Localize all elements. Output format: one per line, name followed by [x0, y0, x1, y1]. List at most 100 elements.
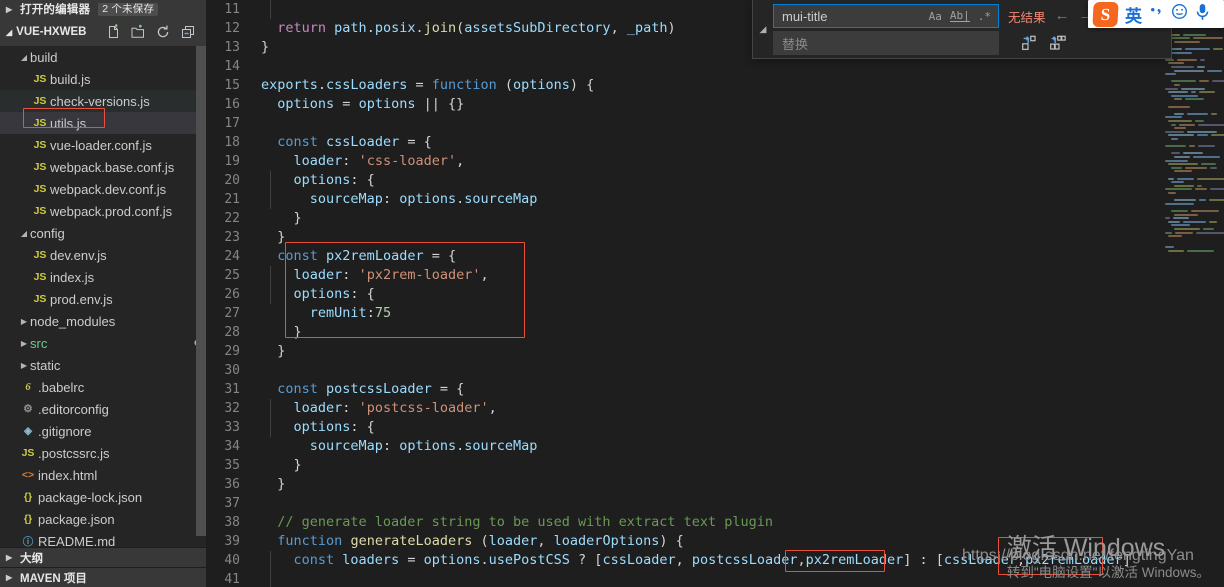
- tree-item-index-html[interactable]: <> index.html: [0, 464, 206, 486]
- code-line[interactable]: const cssLoader = {: [252, 133, 1224, 152]
- code-line[interactable]: }: [252, 228, 1224, 247]
- line-number: 35: [224, 458, 240, 473]
- line-number: 20: [224, 173, 240, 188]
- sidebar-scrollbar-thumb[interactable]: [196, 46, 206, 536]
- emoji-icon[interactable]: [1171, 3, 1188, 25]
- chevron-right-icon[interactable]: ▶: [18, 339, 30, 348]
- tree-item--editorconfig[interactable]: ⚙ .editorconfig: [0, 398, 206, 420]
- panel-outline[interactable]: ▶ 大纲: [0, 547, 206, 567]
- code-line[interactable]: options: {: [252, 418, 1224, 437]
- minimap-line: [1174, 84, 1180, 86]
- editor-minimap[interactable]: [1162, 0, 1224, 587]
- code-line[interactable]: [252, 361, 1224, 380]
- replace-icon[interactable]: [1021, 35, 1038, 52]
- code-line[interactable]: }: [252, 475, 1224, 494]
- find-input[interactable]: mui-title Aa Ab| .*: [773, 4, 999, 28]
- tree-item-package-json[interactable]: {} package.json: [0, 508, 206, 530]
- code-line[interactable]: const px2remLoader = {: [252, 247, 1224, 266]
- match-case-icon[interactable]: Aa: [929, 11, 942, 22]
- code-line[interactable]: }: [252, 209, 1224, 228]
- tree-item-vue-loader-conf-js[interactable]: JS vue-loader.conf.js: [0, 134, 206, 156]
- code-editor[interactable]: 11 12 13 14 15 16 17 18 19 20 21 22 23 24 25 26 27 28 29 30…: [206, 0, 1224, 587]
- sogou-logo-icon[interactable]: S: [1092, 1, 1119, 27]
- new-file-icon[interactable]: [105, 24, 121, 40]
- chevron-right-icon[interactable]: ▶: [18, 317, 30, 326]
- ime-mode-label[interactable]: 英: [1125, 2, 1142, 27]
- tree-item-webpack-base-conf-js[interactable]: JS webpack.base.conf.js: [0, 156, 206, 178]
- tree-item-node-modules[interactable]: ▶ node_modules: [0, 310, 206, 332]
- project-header[interactable]: ◢ VUE-HXWEB: [0, 18, 206, 46]
- microphone-icon[interactable]: [1195, 3, 1210, 26]
- chevron-right-icon[interactable]: ▶: [18, 361, 30, 370]
- tree-item-static[interactable]: ▶ static: [0, 354, 206, 376]
- code-token: }: [261, 39, 270, 55]
- code-line[interactable]: loader: 'postcss-loader',: [252, 399, 1224, 418]
- tree-item-check-versions-js[interactable]: JS check-versions.js: [0, 90, 206, 112]
- code-line[interactable]: [252, 57, 1224, 76]
- open-editors-header[interactable]: ▶ 打开的编辑器 2 个未保存: [0, 0, 206, 18]
- tree-item-build[interactable]: ◢ build: [0, 46, 206, 68]
- minimap-line: [1171, 51, 1192, 54]
- tree-item-webpack-prod-conf-js[interactable]: JS webpack.prod.conf.js: [0, 200, 206, 222]
- replace-all-icon[interactable]: [1049, 35, 1066, 52]
- tree-item--babelrc[interactable]: 6 .babelrc: [0, 376, 206, 398]
- code-token: loader: [488, 533, 538, 549]
- tree-item-utils-js[interactable]: JS utils.js: [0, 112, 206, 134]
- chevron-down-icon[interactable]: ◢: [18, 53, 30, 62]
- code-line[interactable]: }: [252, 456, 1224, 475]
- panel-maven-projects[interactable]: ▶ MAVEN 项目: [0, 567, 206, 587]
- toggle-replace-icon[interactable]: ◢: [753, 0, 773, 59]
- tree-item-webpack-dev-conf-js[interactable]: JS webpack.dev.conf.js: [0, 178, 206, 200]
- tree-item-readme-md[interactable]: ⓘ README.md: [0, 530, 206, 549]
- code-line[interactable]: [252, 494, 1224, 513]
- tree-item-label: .gitignore: [38, 423, 92, 439]
- code-line[interactable]: options: {: [252, 171, 1224, 190]
- tree-item--gitignore[interactable]: ◈ .gitignore: [0, 420, 206, 442]
- regex-icon[interactable]: .*: [978, 11, 991, 22]
- code-line[interactable]: [252, 114, 1224, 133]
- code-line[interactable]: remUnit:75: [252, 304, 1224, 323]
- code-line[interactable]: sourceMap: options.sourceMap: [252, 437, 1224, 456]
- whole-word-icon[interactable]: Ab|: [949, 10, 970, 22]
- code-line[interactable]: [252, 570, 1224, 587]
- tree-item-src[interactable]: ▶src●: [0, 332, 206, 354]
- refresh-icon[interactable]: [155, 24, 171, 40]
- minimap-line: [1185, 98, 1204, 101]
- code-line[interactable]: const loaders = options.usePostCSS ? [cs…: [252, 551, 1224, 570]
- code-line[interactable]: // generate loader string to be used wit…: [252, 513, 1224, 532]
- code-content[interactable]: return path.posix.join(assetsSubDirector…: [252, 0, 1224, 587]
- code-line[interactable]: function generateLoaders (loader, loader…: [252, 532, 1224, 551]
- tree-item-prod-env-js[interactable]: JS prod.env.js: [0, 288, 206, 310]
- code-line[interactable]: exports.cssLoaders = function (options) …: [252, 76, 1224, 95]
- file-tree[interactable]: ◢ build JS build.js JS check-versions.js JS uti…: [0, 46, 206, 548]
- code-line[interactable]: sourceMap: options.sourceMap: [252, 190, 1224, 209]
- punctuation-icon[interactable]: [1149, 5, 1164, 23]
- code-line[interactable]: options = options || {}: [252, 95, 1224, 114]
- new-folder-icon[interactable]: [130, 24, 146, 40]
- tree-item-package-lock-json[interactable]: {} package-lock.json: [0, 486, 206, 508]
- tree-item-build-js[interactable]: JS build.js: [0, 68, 206, 90]
- tree-item-index-js[interactable]: JS index.js: [0, 266, 206, 288]
- find-previous-icon[interactable]: ←: [1055, 8, 1070, 23]
- code-line[interactable]: loader: 'css-loader',: [252, 152, 1224, 171]
- minimap-line: [1177, 177, 1194, 180]
- minimap-line: [1195, 120, 1204, 122]
- minimap-line: [1187, 249, 1214, 252]
- tree-item--postcssrc-js[interactable]: JS .postcssrc.js: [0, 442, 206, 464]
- ime-toolbar[interactable]: S 英: [1088, 0, 1224, 28]
- code-line[interactable]: }: [252, 323, 1224, 342]
- minimap-line: [1207, 69, 1222, 72]
- code-line[interactable]: const postcssLoader = {: [252, 380, 1224, 399]
- chevron-down-icon[interactable]: ◢: [18, 229, 30, 238]
- code-line[interactable]: loader: 'px2rem-loader',: [252, 266, 1224, 285]
- code-line[interactable]: options: {: [252, 285, 1224, 304]
- replace-input[interactable]: 替换: [773, 31, 999, 55]
- code-token: :: [382, 438, 400, 454]
- code-line[interactable]: }: [252, 342, 1224, 361]
- collapse-all-icon[interactable]: [180, 24, 196, 40]
- tree-item-config[interactable]: ◢ config: [0, 222, 206, 244]
- tree-item-dev-env-js[interactable]: JS dev.env.js: [0, 244, 206, 266]
